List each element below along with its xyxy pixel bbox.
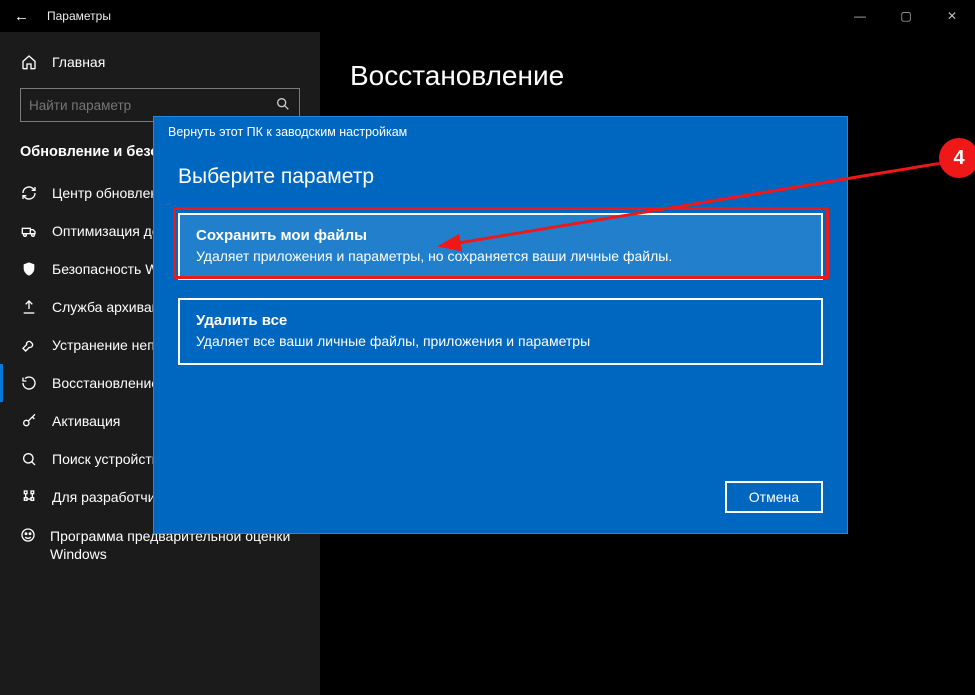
insider-icon	[20, 527, 36, 543]
minimize-button[interactable]: —	[837, 0, 883, 32]
option-description: Удаляет приложения и параметры, но сохра…	[196, 248, 805, 264]
key-icon	[20, 413, 38, 429]
refresh-icon	[20, 185, 38, 201]
sidebar-item-label: Восстановление	[52, 375, 159, 391]
option-description: Удаляет все ваши личные файлы, приложени…	[196, 333, 805, 349]
dialog-title: Вернуть этот ПК к заводским настройкам	[154, 117, 847, 147]
maximize-button[interactable]: ▢	[883, 0, 929, 32]
close-button[interactable]: ✕	[929, 0, 975, 32]
location-icon	[20, 451, 38, 467]
window-title: Параметры	[47, 9, 111, 23]
option-title: Удалить все	[196, 312, 805, 329]
recovery-icon	[20, 375, 38, 391]
option-keep-files[interactable]: Сохранить мои файлы Удаляет приложения и…	[178, 213, 823, 280]
wrench-icon	[20, 337, 38, 353]
page-title: Восстановление	[350, 60, 945, 92]
sidebar-item-label: Активация	[52, 413, 120, 429]
reset-pc-dialog: Вернуть этот ПК к заводским настройкам В…	[153, 116, 848, 534]
delivery-icon	[20, 223, 38, 239]
window-controls: — ▢ ✕	[837, 0, 975, 32]
annotation-badge: 4	[939, 138, 975, 178]
cancel-button[interactable]: Отмена	[725, 481, 823, 513]
titlebar: ← Параметры — ▢ ✕	[0, 0, 975, 32]
settings-window: ← Параметры — ▢ ✕ Главная Обновлени	[0, 0, 975, 695]
code-icon	[20, 489, 38, 505]
dialog-heading: Выберите параметр	[178, 165, 823, 189]
upload-icon	[20, 299, 38, 315]
sidebar-home-label: Главная	[52, 54, 105, 70]
option-remove-all[interactable]: Удалить все Удаляет все ваши личные файл…	[178, 298, 823, 365]
sidebar-item-label: Поиск устройства	[52, 451, 167, 467]
search-icon	[275, 96, 291, 115]
sidebar-home[interactable]: Главная	[0, 50, 320, 88]
back-icon[interactable]: ←	[14, 8, 29, 25]
search-input[interactable]	[29, 98, 275, 113]
home-icon	[20, 54, 38, 70]
shield-icon	[20, 261, 38, 277]
option-title: Сохранить мои файлы	[196, 227, 805, 244]
